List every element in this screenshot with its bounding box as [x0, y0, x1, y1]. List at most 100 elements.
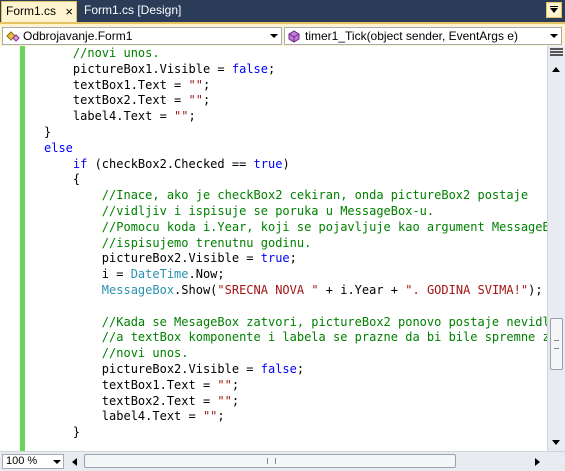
- code-token: ;: [217, 409, 225, 424]
- comment-token: //novi unos.: [101, 346, 189, 361]
- type-token: MessageBox: [101, 282, 175, 297]
- code-token: label4.Text =: [44, 409, 203, 424]
- class-dropdown-value: Odbrojavanje.Form1: [23, 29, 133, 43]
- document-tab-strip: Form1.cs × Form1.cs [Design]: [0, 0, 565, 22]
- scroll-down-icon[interactable]: [548, 435, 565, 451]
- chevron-down-icon[interactable]: [547, 28, 561, 44]
- code-line[interactable]: {: [44, 172, 547, 188]
- scroll-up-icon[interactable]: [548, 62, 565, 78]
- scrollbar-corner: [547, 452, 565, 471]
- code-line[interactable]: textBox2.Text = "";: [44, 394, 547, 410]
- code-token: .Show(: [174, 282, 218, 297]
- chevron-down-icon[interactable]: [267, 28, 281, 44]
- code-line[interactable]: }: [44, 125, 547, 141]
- code-token: .Now;: [188, 267, 225, 282]
- keyword-token: true: [260, 251, 290, 266]
- splitter-handle-icon[interactable]: [550, 48, 563, 56]
- indicator-margin[interactable]: [0, 46, 20, 451]
- code-token: ;: [267, 61, 276, 76]
- code-line[interactable]: //novi unos.: [44, 346, 547, 362]
- scroll-left-icon[interactable]: [68, 455, 82, 469]
- comment-token: //a textBox komponente i labela se prazn…: [101, 330, 547, 345]
- active-files-dropdown-icon[interactable]: [546, 2, 562, 18]
- keyword-token: false: [231, 61, 268, 76]
- code-token: }: [44, 124, 52, 139]
- code-token: ;: [188, 109, 196, 124]
- code-line[interactable]: if (checkBox2.Checked == true): [44, 157, 547, 173]
- code-token: ;: [202, 77, 211, 92]
- string-token: "SRECNA NOVA ": [217, 282, 319, 297]
- code-line[interactable]: pictureBox1.Visible = false;: [44, 62, 547, 78]
- string-token: "": [202, 409, 218, 424]
- tab-form1-cs[interactable]: Form1.cs ×: [1, 1, 77, 22]
- type-token: DateTime: [130, 267, 189, 282]
- zoom-dropdown[interactable]: 100 %: [2, 454, 64, 469]
- code-line[interactable]: }: [44, 425, 547, 441]
- code-token: ): [282, 156, 290, 171]
- code-line[interactable]: label4.Text = "";: [44, 109, 547, 125]
- code-line[interactable]: MessageBox.Show("SRECNA NOVA " + i.Year …: [44, 283, 547, 299]
- code-token: {: [44, 172, 81, 187]
- tab-label: Form1.cs: [6, 4, 57, 18]
- chevron-down-icon[interactable]: [51, 455, 63, 468]
- string-token: ". GODINA SVIMA!": [405, 282, 529, 297]
- code-line[interactable]: //vidljiv i ispisuje se poruka u Message…: [44, 204, 547, 220]
- comment-token: //Kada se MesageBox zatvori, pictureBox2…: [101, 314, 547, 329]
- code-editor[interactable]: //novi unos. pictureBox1.Visible = false…: [0, 46, 547, 451]
- comment-token: //novi unos.: [72, 46, 160, 60]
- code-line[interactable]: //novi unos.: [44, 46, 547, 62]
- zoom-value: 100 %: [6, 455, 38, 467]
- code-line[interactable]: i = DateTime.Now;: [44, 267, 547, 283]
- code-token: (checkBox2.Checked ==: [87, 156, 254, 171]
- code-line[interactable]: //Inace, ako je checkBox2 cekiran, onda …: [44, 188, 547, 204]
- method-icon: [288, 30, 300, 43]
- code-line[interactable]: //Kada se MesageBox zatvori, pictureBox2…: [44, 315, 547, 331]
- code-line[interactable]: [44, 299, 547, 315]
- code-line[interactable]: //a textBox komponente i labela se prazn…: [44, 330, 547, 346]
- horizontal-scroll-thumb[interactable]: [84, 454, 456, 468]
- string-token: "": [217, 393, 232, 408]
- code-line[interactable]: //Pomocu koda i.Year, koji se pojavljuje…: [44, 220, 547, 236]
- code-token: ;: [231, 377, 240, 392]
- string-token: "": [188, 93, 203, 108]
- tab-form1-design[interactable]: Form1.cs [Design]: [80, 1, 198, 22]
- string-token: "": [174, 109, 189, 124]
- code-line[interactable]: textBox2.Text = "";: [44, 93, 547, 109]
- close-tab-icon[interactable]: ×: [65, 2, 73, 21]
- comment-token: //ispisujemo trenutnu godinu.: [101, 235, 312, 250]
- code-token: pictureBox2.Visible =: [44, 361, 261, 376]
- code-token: label4.Text =: [44, 109, 175, 124]
- class-dropdown[interactable]: Odbrojavanje.Form1: [2, 27, 282, 45]
- vertical-scroll-thumb[interactable]: [550, 318, 563, 370]
- code-token: pictureBox2.Visible =: [44, 251, 261, 266]
- vertical-scrollbar[interactable]: [547, 46, 565, 451]
- editor-bottom-bar: 100 %: [0, 451, 565, 471]
- class-icon: [6, 31, 20, 42]
- scroll-right-icon[interactable]: [530, 455, 544, 469]
- keyword-token: true: [253, 156, 283, 171]
- code-token: pictureBox1.Visible =: [44, 61, 232, 76]
- code-line[interactable]: textBox1.Text = "";: [44, 78, 547, 94]
- code-line[interactable]: //ispisujemo trenutnu godinu.: [44, 236, 547, 252]
- navigation-bar: Odbrojavanje.Form1 timer1_Tick(object se…: [0, 22, 565, 46]
- code-token: textBox2.Text =: [44, 93, 189, 108]
- code-line[interactable]: pictureBox2.Visible = true;: [44, 251, 547, 267]
- keyword-token: else: [44, 140, 73, 155]
- code-line[interactable]: label4.Text = "";: [44, 409, 547, 425]
- code-line[interactable]: textBox1.Text = "";: [44, 378, 547, 394]
- string-token: "": [188, 77, 203, 92]
- code-token: ;: [231, 393, 240, 408]
- code-line[interactable]: pictureBox2.Visible = false;: [44, 362, 547, 378]
- code-token: textBox1.Text =: [44, 377, 218, 392]
- comment-token: //Pomocu koda i.Year, koji se pojavljuje…: [101, 219, 547, 234]
- keyword-token: if: [72, 156, 88, 171]
- code-line[interactable]: else: [44, 141, 547, 157]
- code-token: ;: [296, 361, 305, 376]
- member-dropdown[interactable]: timer1_Tick(object sender, EventArgs e): [284, 27, 562, 45]
- code-text-area[interactable]: //novi unos. pictureBox1.Visible = false…: [44, 46, 547, 441]
